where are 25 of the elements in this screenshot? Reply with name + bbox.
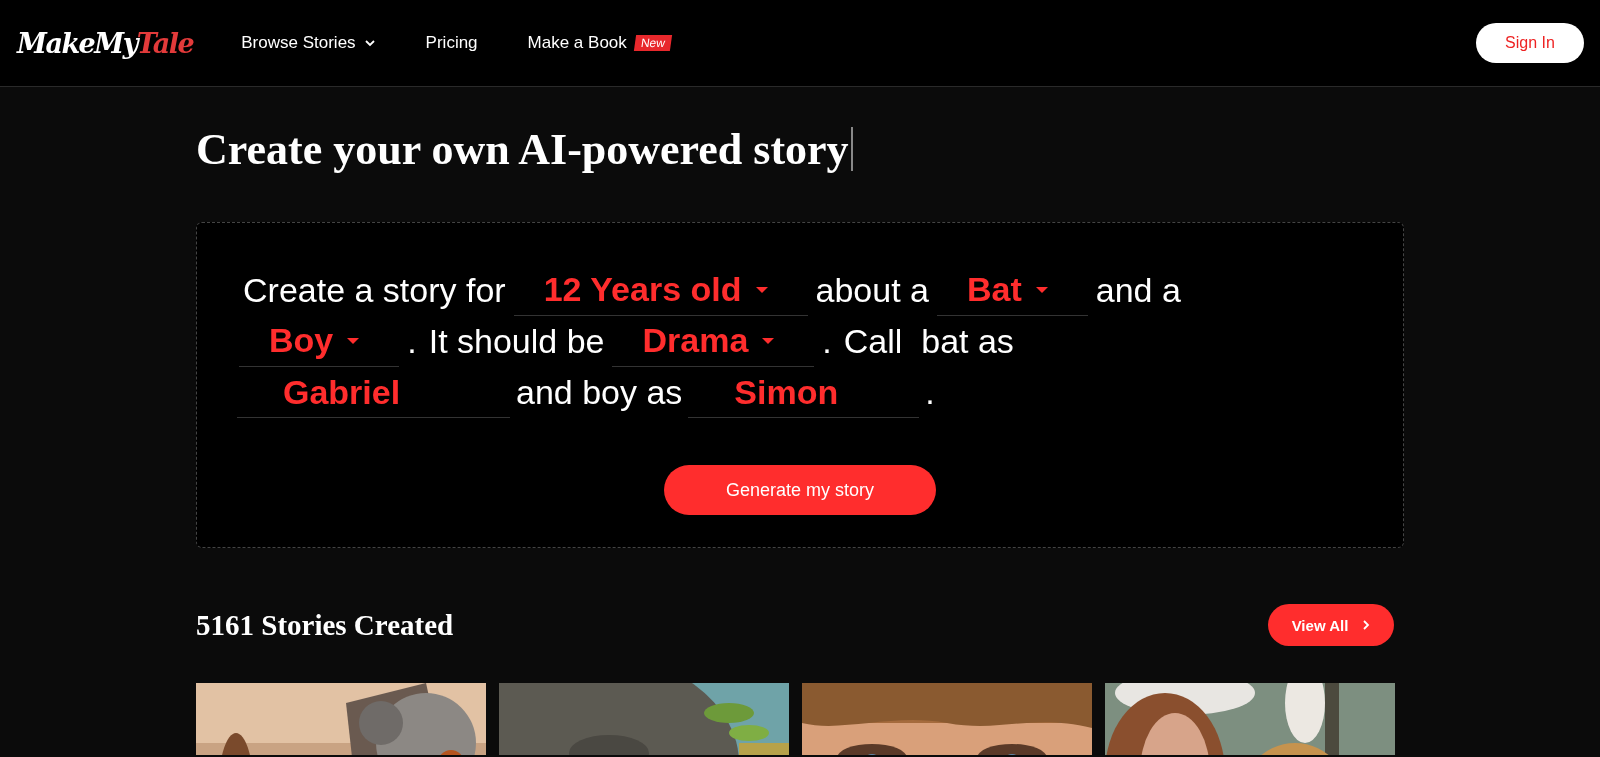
sentence-text: It should be — [427, 321, 606, 362]
dropdown[interactable]: Boy — [239, 315, 400, 367]
sentence-text: Call bat as — [842, 321, 1015, 362]
nav-link[interactable]: Pricing — [425, 33, 478, 53]
sign-in-button[interactable]: Sign In — [1476, 23, 1584, 63]
sentence-text: Create a story for — [242, 270, 507, 311]
sentence-text: . — [406, 321, 418, 362]
dropdown[interactable]: Drama — [612, 315, 815, 367]
sentence-text: and boy as — [515, 372, 684, 413]
nav-link[interactable]: Make a Book — [527, 33, 627, 53]
sentence-text: . — [821, 321, 833, 362]
page-heading: Create your own AI-powered story — [196, 123, 849, 175]
sentence-text: . — [924, 372, 936, 413]
generate-button[interactable]: Generate my story — [664, 465, 936, 515]
new-badge: New — [633, 35, 672, 51]
section-title: 5161 Stories Created — [196, 608, 454, 642]
dropdown[interactable]: 12 Years old — [513, 264, 808, 316]
logo[interactable]: MakeMyTale — [17, 27, 194, 59]
view-all-button[interactable]: View All — [1268, 604, 1394, 646]
sentence-text: and a — [1094, 270, 1182, 311]
name-field[interactable]: Gabriel — [237, 367, 510, 418]
nav-link[interactable]: Browse Stories — [241, 33, 356, 53]
name-field[interactable]: Simon — [688, 367, 920, 418]
dropdown[interactable]: Bat — [936, 264, 1088, 316]
sentence-text: about a — [814, 270, 930, 311]
